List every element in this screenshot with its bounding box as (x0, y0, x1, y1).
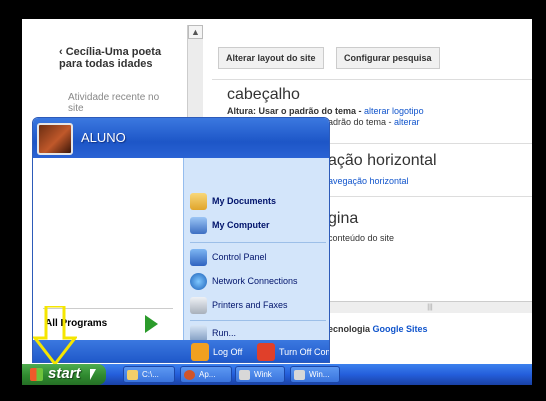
navigation-section-title: ação horizontal (328, 152, 437, 169)
taskbar-button-explorer[interactable]: C:\... (123, 366, 175, 383)
site-footer: ecnologia Google Sites (328, 324, 428, 334)
taskbar-button-app[interactable]: Ap... (180, 366, 232, 383)
taskbar-button-wink[interactable]: Wink (235, 366, 285, 383)
wink-icon (239, 370, 250, 380)
header-height-setting: Altura: Usar o padrão do tema - alterar … (227, 106, 424, 116)
my-computer-item[interactable]: My Computer (190, 216, 328, 236)
turn-off-label: Turn Off Computer (279, 347, 329, 357)
divider (212, 79, 532, 80)
log-off-label: Log Off (213, 347, 243, 357)
annotation-arrow-icon (33, 306, 77, 366)
menu-item-label: Printers and Faxes (212, 300, 288, 310)
screen: ‹ Cecília-Uma poeta para todas idades At… (22, 19, 532, 385)
control-panel-item[interactable]: Control Panel (190, 248, 328, 268)
printer-icon (190, 297, 207, 314)
start-label: start (48, 365, 81, 382)
turn-off-button[interactable]: Turn Off Computer (257, 342, 329, 362)
start-button[interactable]: start (22, 364, 106, 385)
log-off-button[interactable]: Log Off (191, 342, 251, 362)
network-icon (190, 273, 207, 290)
recent-activity-link[interactable]: Atividade recente no site (68, 92, 168, 114)
mouse-cursor-icon (90, 369, 96, 380)
menu-item-label: Network Connections (212, 276, 298, 286)
taskbar: start C:\... Ap... Wink Win... (22, 364, 532, 385)
menu-item-label: My Computer (212, 220, 270, 230)
green-arrow-icon (145, 315, 158, 333)
menu-item-label: Run... (212, 328, 237, 338)
user-avatar-icon (37, 123, 73, 155)
header-height-text: Altura: Usar o padrão do tema - (227, 106, 365, 116)
wink-icon (294, 370, 305, 380)
page-section-title: gina (328, 210, 359, 227)
google-sites-link[interactable]: Google Sites (373, 324, 428, 334)
divider (190, 320, 326, 321)
folder-icon (127, 370, 138, 380)
change-layout-button[interactable]: Alterar layout do site (218, 47, 324, 69)
configure-search-button[interactable]: Configurar pesquisa (336, 47, 440, 69)
start-menu-header: ALUNO (33, 118, 329, 158)
app-icon (184, 370, 195, 380)
menu-item-label: My Documents (212, 196, 277, 206)
menu-item-label: Control Panel (212, 252, 267, 262)
printers-faxes-item[interactable]: Printers and Faxes (190, 296, 328, 316)
network-connections-item[interactable]: Network Connections (190, 272, 328, 292)
change-logo-link[interactable]: alterar logotipo (364, 106, 424, 116)
computer-icon (190, 217, 207, 234)
footer-text: ecnologia (328, 324, 373, 334)
control-panel-icon (190, 249, 207, 266)
taskbar-button-win[interactable]: Win... (290, 366, 340, 383)
page-section-subtitle: conteúdo do site (328, 233, 395, 243)
my-documents-item[interactable]: My Documents (190, 192, 328, 212)
start-menu-footer: Log Off Turn Off Computer (33, 340, 329, 362)
header-section-title: cabeçalho (227, 86, 300, 103)
taskbar-button-label: C:\... (142, 370, 159, 379)
back-link[interactable]: ‹ Cecília-Uma poeta para todas idades (59, 46, 179, 70)
taskbar-button-label: Ap... (199, 370, 216, 379)
site-sidebar: ‹ Cecília-Uma poeta para todas idades At… (22, 19, 182, 119)
key-icon (191, 343, 209, 361)
user-name: ALUNO (81, 130, 126, 145)
start-menu-places-pane: My Documents My Computer Control Panel N… (183, 158, 329, 342)
scroll-up-icon[interactable]: ▲ (188, 25, 203, 39)
windows-flag-icon (30, 368, 43, 381)
taskbar-button-label: Win... (309, 370, 330, 379)
power-icon (257, 343, 275, 361)
horizontal-scrollbar[interactable]: ||| (328, 301, 532, 313)
horizontal-navigation-link[interactable]: avegação horizontal (328, 176, 409, 186)
divider (190, 242, 326, 243)
header-theme-setting: Padrão do tema - alterar (322, 117, 420, 127)
header-theme-text: Padrão do tema - (322, 117, 395, 127)
folder-docs-icon (190, 193, 207, 210)
change-theme-link[interactable]: alterar (394, 117, 420, 127)
taskbar-button-label: Wink (254, 370, 272, 379)
